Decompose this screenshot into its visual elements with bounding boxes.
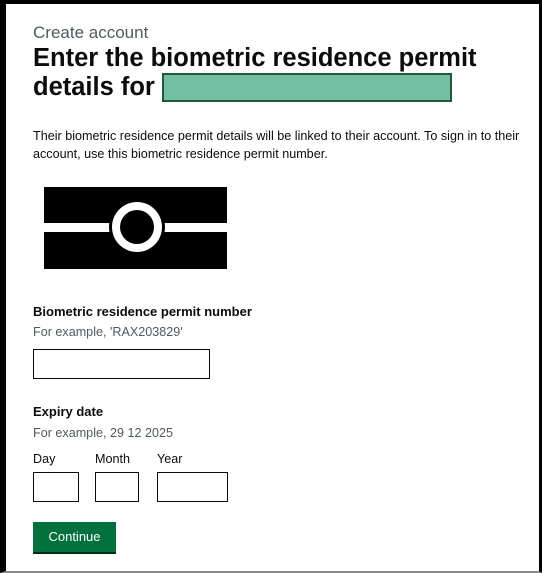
expiry-year-label: Year — [157, 452, 183, 466]
screenshot-frame: Create account Enter the biometric resid… — [0, 0, 542, 573]
expiry-month-label: Month — [95, 452, 131, 466]
brp-number-label: Biometric residence permit number — [33, 304, 252, 319]
continue-button[interactable]: Continue — [33, 522, 116, 552]
expiry-date-hint: For example, 29 12 2025 — [33, 426, 174, 440]
expiry-day-input[interactable] — [33, 472, 79, 502]
intro-text: Their biometric residence permit details… — [33, 129, 520, 161]
page-title: Enter the biometric residence permit det… — [33, 44, 538, 102]
expiry-date-label: Expiry date — [33, 404, 104, 419]
expiry-month-input[interactable] — [95, 472, 139, 502]
brp-number-hint: For example, 'RAX203829' — [33, 325, 183, 339]
page-caption: Create account — [33, 23, 149, 42]
brp-number-input[interactable] — [33, 349, 210, 379]
expiry-year-input[interactable] — [157, 472, 228, 502]
expiry-day-label: Day — [33, 452, 56, 466]
biometric-chip-logo-icon — [44, 187, 227, 269]
redacted-name-block — [161, 73, 452, 102]
